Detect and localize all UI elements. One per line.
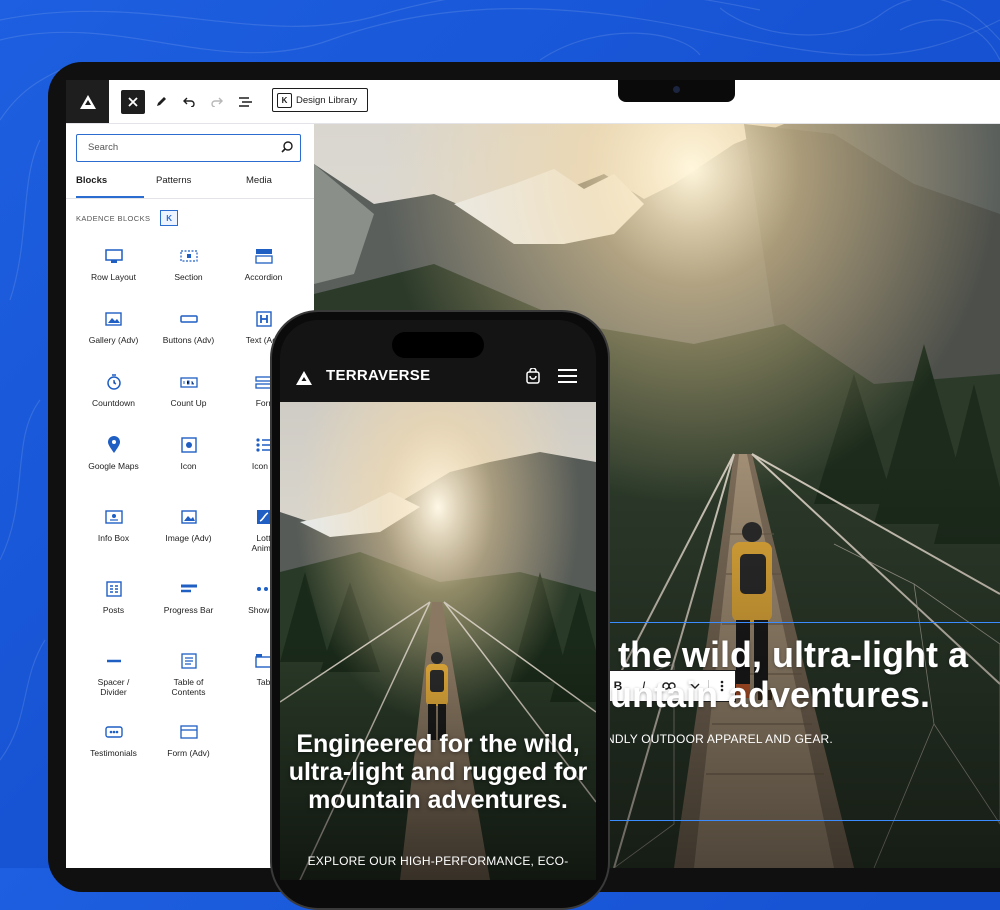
tab-blocks[interactable]: Blocks [76,170,144,198]
site-logo-button[interactable] [66,80,109,123]
dynamic-island [392,332,484,358]
block-item[interactable]: Buttons (Adv) [151,309,226,345]
kadence-blocks-label: KADENCE BLOCKS [76,213,151,223]
camera-dot [673,86,680,93]
block-item[interactable]: Gallery (Adv) [76,309,151,345]
image-icon [179,507,199,527]
phone-screen: TERRAVERSE Engineered for the wild, ultr… [280,320,596,880]
block-item[interactable]: Section [151,246,226,282]
block-item-label: Posts [102,605,125,615]
block-item-label: Accordion [244,272,283,282]
count-up-icon [179,372,199,392]
tab-media[interactable]: Media [246,170,296,198]
hero-heading-line-1[interactable]: the wild, ultra-light a [618,634,968,676]
design-library-button[interactable]: K Design Library [272,88,368,112]
block-item-label: Image (Adv) [165,533,212,543]
block-item-label: Progress Bar [163,605,214,615]
block-item-label: Info Box [97,533,130,543]
block-item[interactable]: Posts [76,579,151,615]
block-item[interactable]: Table of Contents [151,651,226,697]
block-item[interactable]: Image (Adv) [151,507,226,543]
kadence-icon: K [277,92,292,108]
testimonials-icon [104,722,124,742]
search-icon [281,141,293,153]
laptop-notch [618,80,735,102]
accordion-icon [254,246,274,266]
block-item[interactable]: Testimonials [76,722,151,758]
inserter-tabs: Blocks Patterns Media [66,170,314,199]
block-item-label: Gallery (Adv) [88,335,139,345]
block-item-label: Icon [180,461,197,471]
gallery-icon [104,309,124,329]
kadence-blocks-heading: KADENCE BLOCKS K [76,210,179,226]
phone-hero-heading: Engineered for the wild, ultra-light and… [288,730,588,814]
tab-patterns[interactable]: Patterns [156,170,216,198]
tab-blocks-label: Blocks [76,175,108,186]
redo-button[interactable] [205,90,229,114]
block-item[interactable]: Info Box [76,507,151,543]
block-item[interactable]: Icon [151,435,226,471]
info-box-icon [104,507,124,527]
block-item[interactable]: Accordion [226,246,301,282]
phone-brand-name[interactable]: TERRAVERSE [326,367,430,384]
hero-subtext[interactable]: NDLY OUTDOOR APPAREL AND GEAR. [606,732,833,746]
block-item-label: Section [174,272,203,282]
spacer-icon [104,651,124,671]
hero-heading-line-2[interactable]: untain adventures. [610,674,930,716]
block-item-label: Spacer / Divider [97,677,130,697]
tools-button[interactable] [149,90,173,114]
text-h-icon [254,309,274,329]
block-item[interactable]: Form (Adv) [151,722,226,758]
phone-hero-subtext: EXPLORE OUR HIGH-PERFORMANCE, ECO- [307,854,569,868]
block-item-label: Testimonials [90,748,137,758]
pencil-icon [157,97,166,106]
search-input[interactable]: Search [76,134,301,162]
design-library-label: Design Library [296,94,358,106]
cart-icon[interactable] [525,368,541,384]
buttons-icon [179,309,199,329]
row-layout-icon [104,246,124,266]
section-icon [179,246,199,266]
map-pin-icon [104,435,124,455]
mountain-logo-icon [79,94,96,109]
block-item[interactable]: Countdown [76,372,151,408]
block-item-label: Countdown [91,398,135,408]
selection-outline-bottom [604,820,1000,821]
mountain-logo-icon [296,371,312,385]
list-view-icon [238,97,252,107]
tab-patterns-label: Patterns [156,175,192,186]
block-item[interactable]: Count Up [151,372,226,408]
selection-outline-top [604,622,1000,623]
block-item[interactable]: Spacer / Divider [76,651,151,697]
block-item-label: Count Up [170,398,207,408]
block-item-label: Table of Contents [171,677,206,697]
block-item[interactable]: Row Layout [76,246,151,282]
kadence-icon: K [160,210,179,226]
block-item[interactable]: Progress Bar [151,579,226,615]
search-placeholder: Search [88,142,119,153]
countdown-icon [104,372,124,392]
progress-bar-icon [179,579,199,599]
form-adv-icon [179,722,199,742]
undo-icon [183,97,195,107]
redo-icon [211,97,223,107]
block-item-label: Row Layout [91,272,136,282]
block-item-label: Google Maps [88,461,139,471]
block-item-label: Buttons (Adv) [162,335,215,345]
editor-toolbar: K Design Library [66,80,1000,124]
undo-button[interactable] [177,90,201,114]
posts-icon [104,579,124,599]
block-item[interactable]: Google Maps [76,435,151,471]
hamburger-menu-icon[interactable] [558,369,577,383]
toc-icon [179,651,199,671]
icon-block-icon [179,435,199,455]
close-inserter-button[interactable] [121,90,145,114]
close-icon [128,97,138,107]
block-item-label: Form (Adv) [167,748,210,758]
tab-media-label: Media [246,175,272,186]
document-overview-button[interactable] [233,90,257,114]
